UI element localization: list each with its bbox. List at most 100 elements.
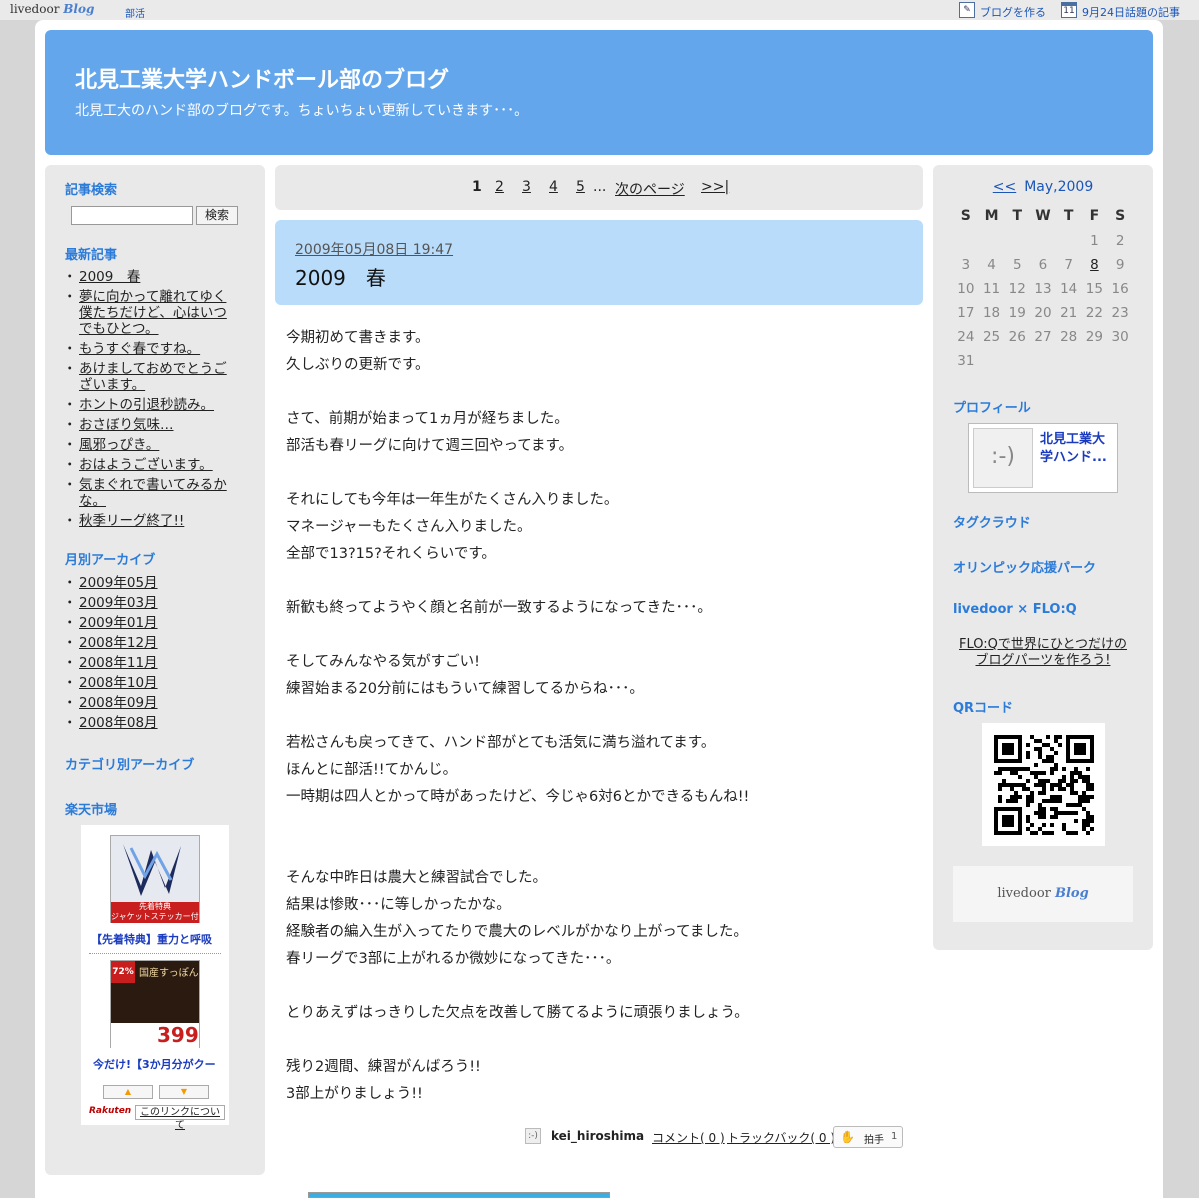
calendar-day: 17 <box>957 305 975 321</box>
calendar-day: 10 <box>957 281 975 297</box>
supplement-product-image[interactable]: 72% 国産すっぽん 399 <box>110 960 200 1048</box>
calendar-day: 27 <box>1034 329 1052 345</box>
about-link-button[interactable]: このリンクについて <box>135 1105 225 1131</box>
post-line: 久しぶりの更新です。 <box>286 357 430 373</box>
calendar-day-link[interactable]: 8 <box>1090 257 1099 273</box>
rakuten-item2-link[interactable]: 今だけ!【3か月分がクー <box>93 1056 216 1072</box>
scroll-down-button[interactable]: ▼ <box>159 1085 209 1099</box>
scroll-up-button[interactable]: ▲ <box>103 1085 153 1099</box>
monthly-archive-item: 2008年09月 <box>63 695 235 711</box>
calendar-day: 31 <box>957 353 975 369</box>
calendar-day <box>1004 349 1030 373</box>
bonus-sticker-badge: 先着特典 ジャケットステッカー付き <box>111 902 207 923</box>
monthly-archive-link[interactable]: 2008年08月 <box>79 715 158 731</box>
comments-link[interactable]: コメント( 0 ) <box>652 1131 725 1145</box>
recent-post-link[interactable]: おはようございます。 <box>79 457 213 473</box>
floq-link[interactable]: FLO:Qで世界にひとつだけのブログパーツを作ろう! <box>953 637 1133 669</box>
recent-post-item: ホントの引退秒読み。 <box>63 397 235 413</box>
monthly-archive-link[interactable]: 2009年05月 <box>79 575 158 591</box>
recent-post-link[interactable]: 気まぐれで書いてみるかな。 <box>79 477 227 509</box>
rakuten-item1-link[interactable]: 【先着特典】重力と呼吸 <box>91 931 212 947</box>
post-line: 今期初めて書きます。 <box>286 330 430 346</box>
pagination: 1 2 3 4 5 ... 次のページ >>| <box>275 165 923 210</box>
monthly-archive-link[interactable]: 2008年10月 <box>79 675 158 691</box>
recent-post-link[interactable]: 夢に向かって離れてゆく僕たちだけど、心はいつでもひとつ。 <box>79 289 227 337</box>
calendar-day: 5 <box>1012 257 1022 273</box>
post-date[interactable]: 2009年05月08日 19:47 <box>295 239 453 259</box>
calendar-day: 28 <box>1060 329 1078 345</box>
left-sidebar: 記事検索 検索 最新記事 2009 春夢に向かって離れてゆく僕たちだけど、心はい… <box>45 165 265 1175</box>
calendar-day <box>953 229 979 253</box>
calendar-day <box>979 349 1005 373</box>
monthly-archive-item: 2009年01月 <box>63 615 235 631</box>
post-line <box>286 814 916 841</box>
monthly-archive-link[interactable]: 2008年12月 <box>79 635 158 651</box>
calendar-day: 3 <box>961 257 971 273</box>
recent-post-link[interactable]: 2009 春 <box>79 269 140 285</box>
monthly-archive-link[interactable]: 2008年11月 <box>79 655 158 671</box>
make-blog-link[interactable]: ブログを作る <box>980 4 1046 20</box>
clap-label: 拍手 <box>864 1135 884 1146</box>
last-page-link[interactable]: >>| <box>701 179 729 195</box>
calendar-day: 1 <box>1090 233 1099 249</box>
club-category-link[interactable]: 部活 <box>125 5 145 20</box>
calendar-day: 7 <box>1064 257 1073 273</box>
recent-post-link[interactable]: あけましておめでとうございます。 <box>79 361 227 393</box>
monthly-archive-link[interactable]: 2008年09月 <box>79 695 158 711</box>
calendar-day: 6 <box>1038 257 1048 273</box>
trending-articles-link[interactable]: 9月24日話題の記事 <box>1082 4 1180 20</box>
calendar-prev-link[interactable]: << <box>993 179 1016 195</box>
pencil-icon[interactable]: ✎ <box>959 2 975 18</box>
weekday-label: T <box>1012 208 1023 224</box>
recent-post-item: 風邪っぴき。 <box>63 437 235 453</box>
olympic-park-heading[interactable]: オリンピック応援パーク <box>953 557 1096 576</box>
blog-title[interactable]: 北見工業大学ハンドボール部のブログ <box>75 62 449 94</box>
calendar-week: 24 25 26 27 28 29 30 <box>953 325 1133 349</box>
page-link-2[interactable]: 2 <box>495 179 504 195</box>
calendar-week: 34567 89 <box>953 253 1133 277</box>
calendar-day[interactable]: 8 <box>1082 253 1108 277</box>
search-input[interactable] <box>71 206 193 225</box>
recent-post-item: 気まぐれで書いてみるかな。 <box>63 477 235 509</box>
rakuten-widget: 先着特典 ジャケットステッカー付き 【先着特典】重力と呼吸 72% 国産すっぽん… <box>81 825 229 1131</box>
livedoor-blog-logo[interactable]: livedoor Blog <box>10 2 94 16</box>
recent-post-link[interactable]: ホントの引退秒読み。 <box>79 397 214 413</box>
post-line: マネージャーもたくさん入りました。 <box>286 519 532 535</box>
ad-banner[interactable] <box>308 1192 610 1198</box>
profile-card[interactable]: :-) 北見工業大学ハンド... <box>968 423 1118 493</box>
recent-post-item: おはようございます。 <box>63 457 235 473</box>
recent-post-link[interactable]: 秋季リーグ終了!! <box>79 513 184 529</box>
trackbacks-link[interactable]: トラックバック( 0 ) <box>727 1131 835 1145</box>
monthly-archive-link[interactable]: 2009年03月 <box>79 595 158 611</box>
post-line <box>286 1030 916 1057</box>
recent-post-item: 2009 春 <box>63 269 235 285</box>
post-title[interactable]: 2009 春 <box>295 262 386 291</box>
next-page-link[interactable]: 次のページ <box>615 182 685 198</box>
recent-post-item: 秋季リーグ終了!! <box>63 513 235 529</box>
page-link-3[interactable]: 3 <box>522 179 531 195</box>
calendar-day: 12 <box>1008 281 1026 297</box>
post-line <box>286 841 916 868</box>
recent-post-link[interactable]: もうすぐ春ですね。 <box>79 341 200 357</box>
rakuten-heading: 楽天市場 <box>65 803 118 818</box>
calendar-day: 29 <box>1085 329 1103 345</box>
search-button[interactable]: 検索 <box>196 206 238 225</box>
qr-code-icon <box>994 735 1094 835</box>
recent-post-link[interactable]: おさぼり気味… <box>79 417 174 433</box>
weekday-label: F <box>1089 208 1100 224</box>
album-art-icon <box>111 836 199 902</box>
monthly-archive-link[interactable]: 2009年01月 <box>79 615 158 631</box>
recent-post-link[interactable]: 風邪っぴき。 <box>79 437 159 453</box>
calendar-day: 14 <box>1060 281 1078 297</box>
clap-button[interactable]: ✋ 拍手 1 <box>833 1126 903 1148</box>
profile-name[interactable]: 北見工業大学ハンド... <box>1040 431 1116 467</box>
album-cover-image[interactable]: 先着特典 ジャケットステッカー付き <box>110 835 207 923</box>
livedoor-blog-banner[interactable]: livedoor Blog <box>953 866 1133 922</box>
weekday-label: T <box>1063 208 1074 224</box>
page-link-5[interactable]: 5 <box>576 179 585 195</box>
calendar-day <box>979 229 1005 253</box>
category-archive-heading[interactable]: カテゴリ別アーカイブ <box>65 754 194 773</box>
author-name[interactable]: kei_hiroshima <box>551 1129 644 1143</box>
page-link-4[interactable]: 4 <box>549 179 558 195</box>
calendar-day: 9 <box>1115 257 1125 273</box>
